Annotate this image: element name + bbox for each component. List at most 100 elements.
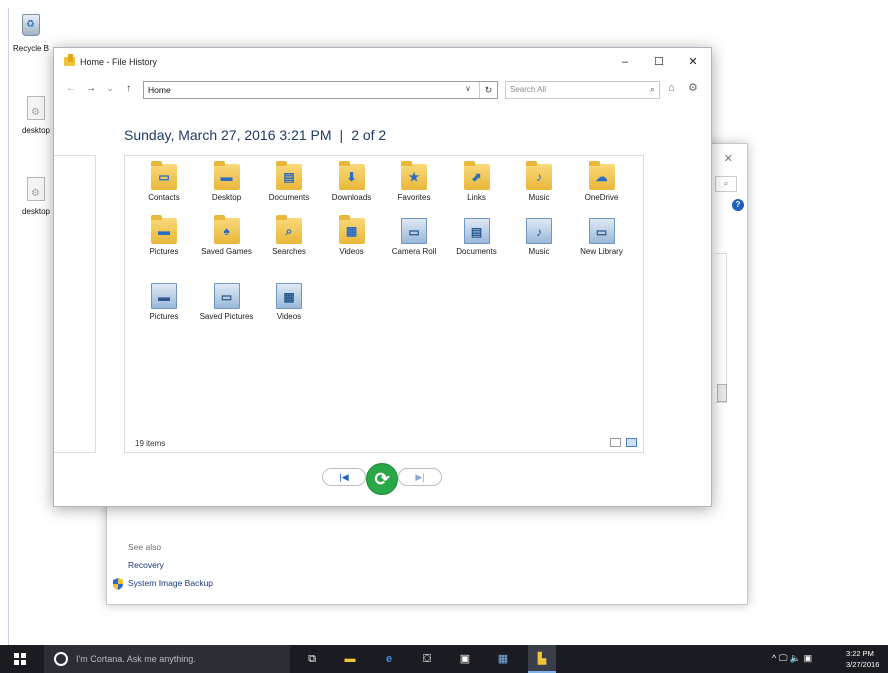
gear-icon[interactable]: ⚙ [688,81,698,94]
task-view-icon[interactable]: ⧉ [305,652,319,666]
title-bar[interactable]: Home - File History – ☐ ✕ [54,48,711,76]
file-item[interactable]: ▤ Documents [258,161,320,203]
forward-arrow-icon[interactable]: → [86,83,96,94]
icon-glyph: ▬ [220,170,233,184]
icon-glyph: ♠ [223,224,230,238]
icon-glyph: ▤ [283,170,295,184]
backup-date-heading: Sunday, March 27, 2016 3:21 PM | 2 of 2 [124,127,386,143]
icon-glyph: ♪ [536,170,542,184]
version-counter: 2 of 2 [351,127,387,143]
file-item-label: Videos [276,312,302,321]
contacts-icon: ▭ [151,161,177,190]
refresh-icon[interactable]: ↻ [479,82,497,98]
videos-library-icon: ▦ [276,283,302,309]
store-icon[interactable]: ⛋ [420,652,434,666]
maximize-button[interactable]: ☐ [644,54,674,70]
file-item[interactable]: ★ Favorites [383,161,445,203]
search-placeholder: Search All [510,85,547,94]
item-count: 19 items [135,439,166,448]
recycle-bin-label: Recycle B [12,44,49,53]
restore-button[interactable]: ⟳ [366,463,398,495]
file-item[interactable]: ▬ Pictures [133,283,195,322]
large-icons-view-icon[interactable] [626,438,637,447]
file-item[interactable]: ▭ Saved Pictures [196,283,258,322]
icon-glyph: ▭ [220,290,233,304]
file-item[interactable]: ♪ Music [508,161,570,203]
favorites-icon: ★ [401,161,427,190]
control-panel-icon[interactable]: ▦ [496,652,510,666]
file-item-label: Documents [456,247,497,256]
file-explorer-icon[interactable]: ▬ [343,652,357,666]
help-icon[interactable]: ? [732,199,744,211]
file-item-label: Downloads [331,193,372,202]
up-arrow-icon[interactable]: ↑ [126,83,131,94]
previous-version-button[interactable]: |◀ [322,468,366,486]
file-item[interactable]: ▬ Pictures [133,215,195,257]
taskbar: I'm Cortana. Ask me anything. ⧉ ▬ e ⛋ ▣ … [0,645,888,673]
file-history-icon [64,54,75,66]
music-library-icon: ♪ [526,218,552,244]
file-item[interactable]: ♠ Saved Games [196,215,258,257]
clock[interactable]: 3:22 PM 3/27/2016 [846,648,888,670]
start-button[interactable] [14,653,26,665]
file-item-label: Documents [268,193,310,202]
downloads-icon: ⬇ [338,161,365,190]
separator: | [339,127,344,143]
recovery-link[interactable]: Recovery [128,560,164,570]
search-input[interactable]: Search All ⌕ [505,81,660,99]
file-history-taskbar-icon: ▙ [537,653,547,665]
shield-icon [113,578,123,590]
icon-glyph: ☁ [595,170,608,184]
previous-version-pane [54,155,96,453]
address-bar[interactable]: Home ∨ ↻ [143,81,498,99]
system-image-backup-link[interactable]: System Image Backup [128,578,213,588]
icon-glyph: ▦ [283,290,295,304]
camera-roll-icon: ▭ [401,218,427,244]
file-item[interactable]: ▭ Camera Roll [383,218,445,257]
saved-pictures-icon: ▭ [213,283,240,309]
file-item[interactable]: ▦ Videos [258,283,320,322]
file-history-window[interactable]: Home - File History – ☐ ✕ ← → ⌄ ↑ Home ∨… [53,47,712,507]
home-icon[interactable]: ⌂ [668,82,675,94]
back-arrow-icon[interactable]: ← [66,83,76,94]
see-also-heading: See also [128,542,162,552]
panel-button[interactable] [717,384,727,402]
close-button[interactable]: ✕ [678,54,708,70]
saved-games-icon: ♠ [213,215,240,244]
chevron-down-icon[interactable]: ∨ [465,84,471,93]
file-item[interactable]: ▭ Contacts [133,161,195,203]
details-view-icon[interactable] [610,438,621,447]
icon-glyph: ▭ [408,225,420,239]
links-icon: ⬈ [463,161,490,190]
recycle-bin-shortcut[interactable]: Recycle B [8,14,54,53]
next-version-button[interactable]: ▶| [398,468,442,486]
cortana-placeholder: I'm Cortana. Ask me anything. [76,654,196,664]
recent-locations-icon[interactable]: ⌄ [106,83,114,94]
file-item-label: Videos [339,247,364,256]
file-item[interactable]: ⬇ Downloads [321,161,383,203]
cortana-search-box[interactable]: I'm Cortana. Ask me anything. [44,645,290,673]
documents-icon: ▤ [276,161,302,190]
edge-browser-icon[interactable]: e [382,652,396,666]
clock-time: 3:22 PM [846,649,874,658]
playback-controls: |◀ ▶| ⟳ [322,463,444,495]
minimize-button[interactable]: – [610,54,640,70]
system-tray[interactable]: ^ 🖵 🔈 ▣ [772,653,812,664]
terminal-icon[interactable]: ▣ [458,652,472,666]
file-item[interactable]: ⬈ Links [446,161,508,203]
icon-glyph: ⬈ [471,170,482,184]
file-item[interactable]: ☁ OneDrive [571,161,633,203]
navigation-bar: ← → ⌄ ↑ Home ∨ ↻ Search All ⌕ ⌂ ⚙ [54,78,711,102]
close-icon[interactable]: ✕ [724,152,733,165]
file-item-label: Pictures [149,312,179,321]
file-item-label: Favorites [397,193,431,202]
file-item[interactable]: ▦ Videos [321,215,383,257]
file-item[interactable]: ▭ New Library [571,218,633,257]
file-history-taskbar-button[interactable]: ▙ [528,645,556,673]
file-item-label: OneDrive [584,193,619,202]
file-item[interactable]: ▤ Documents [446,218,508,257]
search-icon[interactable]: ⌕ [715,176,737,192]
file-item[interactable]: ♪ Music [508,218,570,257]
file-item[interactable]: ⌕ Searches [258,215,320,257]
file-item[interactable]: ▬ Desktop [196,161,258,203]
